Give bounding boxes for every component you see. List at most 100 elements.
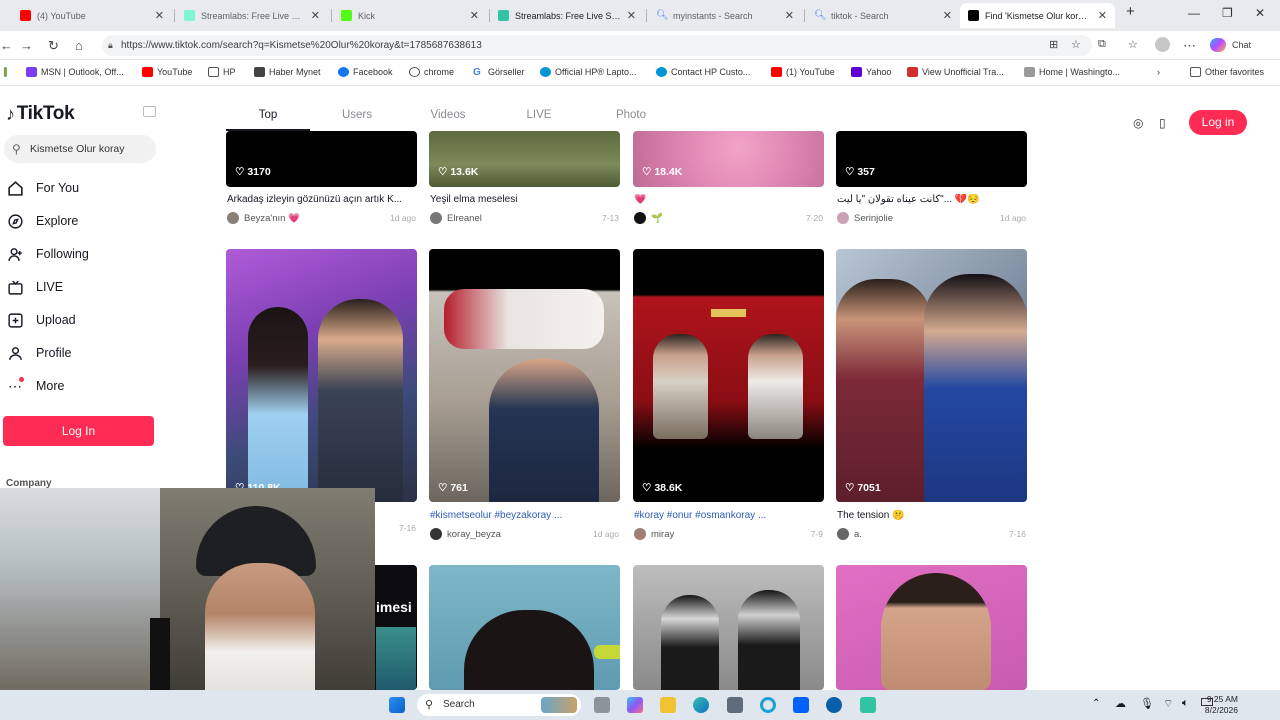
tab-videos[interactable]: Videos — [404, 100, 492, 131]
bookmark-other-favorites[interactable]: Other favorites — [1190, 67, 1264, 77]
video-author-row[interactable]: a. 7-16 — [837, 528, 1028, 540]
video-thumbnail[interactable]: ♡ 18.4K — [633, 131, 824, 187]
bookmark-hp-contact[interactable]: Contact HP Custo... — [656, 67, 750, 77]
video-thumbnail[interactable]: ♡ 761 — [429, 249, 620, 502]
copilot-chat-label[interactable]: Chat — [1232, 40, 1251, 50]
new-tab-button[interactable]: + — [1126, 3, 1135, 20]
browser-tab[interactable]: (4) YouTube ✕ — [12, 3, 172, 28]
close-icon[interactable]: ✕ — [627, 9, 636, 22]
browser-tab[interactable]: Streamlabs: Free Live Stream✕ — [176, 3, 328, 28]
bookmark-item[interactable] — [4, 67, 11, 77]
bookmarks-overflow-icon[interactable]: › — [1157, 67, 1160, 77]
close-icon[interactable]: ✕ — [943, 9, 952, 22]
tiktok-logo[interactable]: ♪ TikTok — [6, 103, 75, 125]
sidebar-login-button[interactable]: Log In — [3, 416, 154, 446]
nav-explore[interactable]: Explore — [6, 212, 78, 230]
edge-icon[interactable] — [693, 697, 709, 713]
home-icon[interactable]: ⌂ — [75, 38, 83, 53]
copilot-taskbar-icon[interactable] — [627, 697, 643, 713]
bookmark-gorseller[interactable]: G Görseller — [473, 67, 525, 78]
forward-icon[interactable]: → — [20, 38, 33, 53]
extensions-icon[interactable]: ⧉ — [1098, 38, 1106, 51]
tab-top[interactable]: Top — [226, 100, 310, 131]
reload-icon[interactable]: ↻ — [48, 38, 59, 54]
browser-tab[interactable]: 🔍︎ myinstants - Search ✕ — [648, 3, 802, 28]
bookmark-chrome[interactable]: chrome — [409, 67, 454, 77]
nav-for-you[interactable]: For You — [6, 179, 79, 197]
browser-tab[interactable]: 🔍︎ tiktok - Search ✕ — [806, 3, 960, 28]
nav-more[interactable]: ⋯ More — [6, 377, 64, 395]
video-thumbnail[interactable] — [429, 565, 620, 690]
taskbar-clock[interactable]: 9:25 AM 8/2/2026 — [1198, 694, 1238, 716]
browser-tab[interactable]: Streamlabs: Free Live Stream✕ — [490, 3, 644, 28]
video-thumbnail[interactable]: ♡ 7051 — [836, 249, 1027, 502]
video-thumbnail[interactable] — [633, 565, 824, 690]
apps-icon[interactable]: ⊞ — [1049, 38, 1058, 51]
video-caption[interactable]: The tension 🤫 — [837, 510, 1028, 521]
video-author-row[interactable]: koray_beyza 1d ago — [430, 528, 621, 540]
video-thumbnail[interactable]: ♡ 3170 — [226, 131, 417, 187]
video-caption[interactable]: Yeşil elma meselesi — [430, 194, 621, 205]
video-author-row[interactable]: Beyza'nın 💗 1d ago — [227, 212, 418, 224]
nav-live[interactable]: LIVE — [6, 278, 63, 296]
browser-tab[interactable]: Kick ✕ — [333, 3, 487, 28]
copilot-icon[interactable] — [1210, 38, 1226, 52]
favorites-icon[interactable]: ☆ — [1128, 38, 1138, 51]
more-options-icon[interactable]: ⋯ — [1183, 38, 1196, 54]
nav-profile[interactable]: Profile — [6, 344, 71, 362]
video-caption[interactable]: #kismetseolur #beyzakoray ... — [430, 510, 621, 521]
bookmark-unofficial[interactable]: View Unofficial Tra... — [907, 67, 1004, 77]
close-icon[interactable]: ✕ — [1098, 9, 1107, 22]
task-view-icon[interactable] — [594, 697, 610, 713]
back-icon[interactable]: ← — [0, 38, 13, 53]
close-icon[interactable]: ✕ — [311, 9, 320, 22]
collapse-sidebar-icon[interactable] — [143, 106, 156, 117]
header-login-button[interactable]: Log in — [1189, 110, 1247, 135]
video-thumbnail[interactable]: ♡ 13.6K — [429, 131, 620, 187]
microphone-icon[interactable]: 🎙︎ — [1140, 697, 1154, 710]
bookmark-hp-laptop[interactable]: Official HP® Lapto... — [540, 67, 637, 77]
store-icon[interactable] — [727, 697, 743, 713]
favorite-star-icon[interactable]: ☆ — [1071, 38, 1081, 51]
video-caption[interactable]: Arkadaş izleyin gözünüzü açın artık K... — [227, 194, 418, 205]
minimize-button[interactable]: — — [1188, 6, 1200, 20]
video-thumbnail[interactable] — [836, 565, 1027, 690]
maximize-button[interactable]: ❐ — [1222, 6, 1233, 20]
browser-tab-active[interactable]: Find 'Kismetse Olur koray' o ✕ — [960, 3, 1115, 28]
close-icon[interactable]: ✕ — [155, 9, 164, 22]
close-icon[interactable]: ✕ — [785, 9, 794, 22]
nav-following[interactable]: Following — [6, 245, 89, 263]
streamlabs-icon[interactable] — [860, 697, 876, 713]
video-author-row[interactable]: 🌱 7-20 — [634, 212, 825, 224]
video-author-row[interactable]: miray 7-9 — [634, 528, 825, 540]
wifi-icon[interactable]: ⌔ — [1163, 697, 1173, 711]
windows-start-icon[interactable] — [389, 697, 405, 713]
video-caption[interactable]: 💗 — [634, 194, 825, 205]
tab-users[interactable]: Users — [310, 100, 404, 131]
bookmark-facebook[interactable]: Facebook — [338, 67, 393, 77]
mobile-app-icon[interactable]: ▯ — [1159, 116, 1166, 130]
video-thumbnail[interactable]: ♡ 38.6K — [633, 249, 824, 502]
cortana-icon[interactable] — [760, 697, 776, 713]
coins-icon[interactable]: ◎ — [1133, 116, 1143, 130]
video-thumbnail[interactable]: ♡ 357 — [836, 131, 1027, 187]
bookmark-hp[interactable]: HP — [208, 67, 236, 77]
volume-icon[interactable]: 🔈︎ — [1182, 697, 1189, 710]
video-caption[interactable]: كانت عيناه تقولان "يا ليت"... 💔😔 — [837, 194, 1028, 205]
hp-icon[interactable] — [826, 697, 842, 713]
file-explorer-icon[interactable] — [660, 697, 676, 713]
video-author-row[interactable]: Serinjolie 1d ago — [837, 212, 1028, 224]
bookmark-mynet[interactable]: Haber Mynet — [254, 67, 321, 77]
bookmark-washington[interactable]: Home | Washingto... — [1024, 67, 1120, 77]
taskbar-search-input[interactable]: ⚲ Search — [417, 694, 581, 716]
dropbox-icon[interactable] — [793, 697, 809, 713]
close-icon[interactable]: ✕ — [470, 9, 479, 22]
onedrive-icon[interactable]: ☁ — [1115, 697, 1126, 710]
video-caption[interactable]: #koray #onur #osmankoray ... — [634, 510, 825, 521]
tab-live[interactable]: LIVE — [492, 100, 586, 131]
close-window-button[interactable]: ✕ — [1255, 6, 1265, 20]
video-thumbnail[interactable]: ♡ 110.8K — [226, 249, 417, 502]
bookmark-yahoo[interactable]: Yahoo — [851, 67, 891, 77]
nav-upload[interactable]: Upload — [6, 311, 76, 329]
tab-photo[interactable]: Photo — [586, 100, 676, 131]
